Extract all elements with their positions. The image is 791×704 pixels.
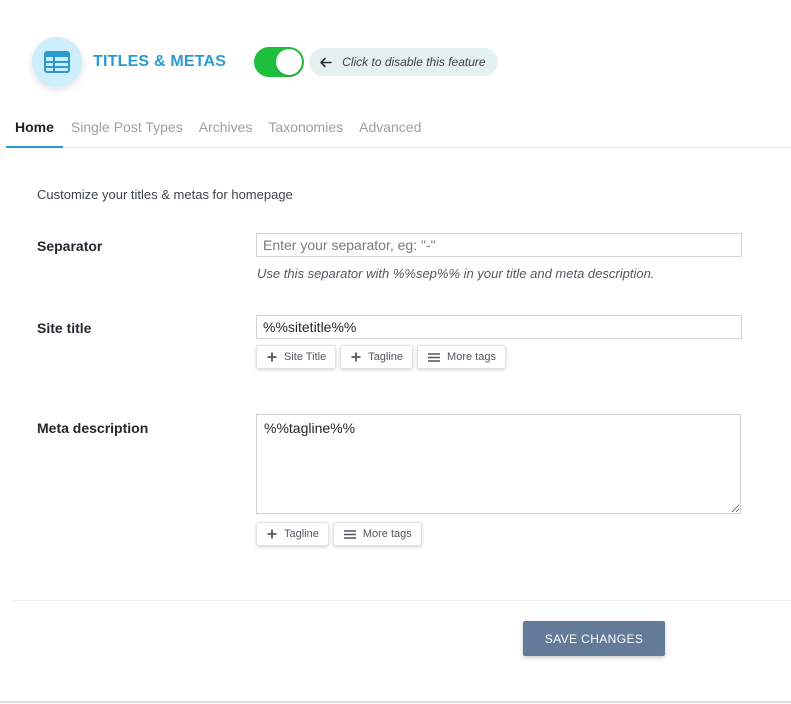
section-description: Customize your titles & metas for homepa…: [37, 187, 293, 202]
plus-icon: [267, 529, 277, 539]
page-header: TITLES & METAS Click to disable this fea…: [32, 36, 498, 88]
tag-label: Site Title: [284, 351, 327, 363]
tab-bar: Home Single Post Types Archives Taxonomi…: [6, 112, 791, 148]
logo: [32, 37, 82, 87]
plus-icon: [351, 352, 361, 362]
tag-label: More tags: [362, 528, 412, 540]
site-title-tags: Site Title Tagline More tags: [256, 345, 506, 369]
save-changes-button[interactable]: SAVE CHANGES: [523, 621, 665, 656]
toggle-hint: Click to disable this feature: [309, 48, 498, 76]
tab-advanced[interactable]: Advanced: [351, 112, 429, 148]
tag-label: More tags: [447, 351, 496, 363]
site-title-label: Site title: [37, 320, 92, 336]
toggle-hint-text: Click to disable this feature: [342, 55, 486, 69]
add-site-title-tag-button[interactable]: Site Title: [256, 345, 337, 369]
feature-toggle[interactable]: [254, 47, 305, 77]
tab-single-post-types[interactable]: Single Post Types: [63, 112, 191, 148]
arrow-left-icon: [319, 57, 332, 68]
table-icon: [44, 51, 70, 73]
site-title-input[interactable]: [256, 315, 742, 339]
more-tags-button[interactable]: More tags: [417, 345, 506, 369]
meta-description-tags: Tagline More tags: [256, 522, 422, 546]
more-tags-button[interactable]: More tags: [332, 522, 422, 546]
tab-home[interactable]: Home: [6, 112, 63, 148]
tag-label: Tagline: [284, 528, 319, 540]
menu-icon: [428, 352, 441, 362]
add-tagline-tag-button[interactable]: Tagline: [256, 522, 329, 546]
plus-icon: [267, 352, 277, 362]
meta-description-label: Meta description: [37, 420, 149, 436]
meta-description-textarea[interactable]: %%tagline%%: [256, 414, 741, 514]
tab-archives[interactable]: Archives: [191, 112, 261, 148]
tab-taxonomies[interactable]: Taxonomies: [260, 112, 351, 148]
menu-icon: [343, 529, 356, 539]
divider: [12, 600, 791, 601]
add-tagline-tag-button[interactable]: Tagline: [340, 345, 414, 369]
separator-input[interactable]: [256, 233, 742, 257]
toggle-knob: [276, 49, 303, 75]
bottom-border: [0, 701, 791, 703]
tag-label: Tagline: [368, 351, 404, 363]
separator-help: Use this separator with %%sep%% in your …: [257, 266, 655, 281]
separator-label: Separator: [37, 238, 103, 254]
page-title: TITLES & METAS: [93, 53, 227, 70]
